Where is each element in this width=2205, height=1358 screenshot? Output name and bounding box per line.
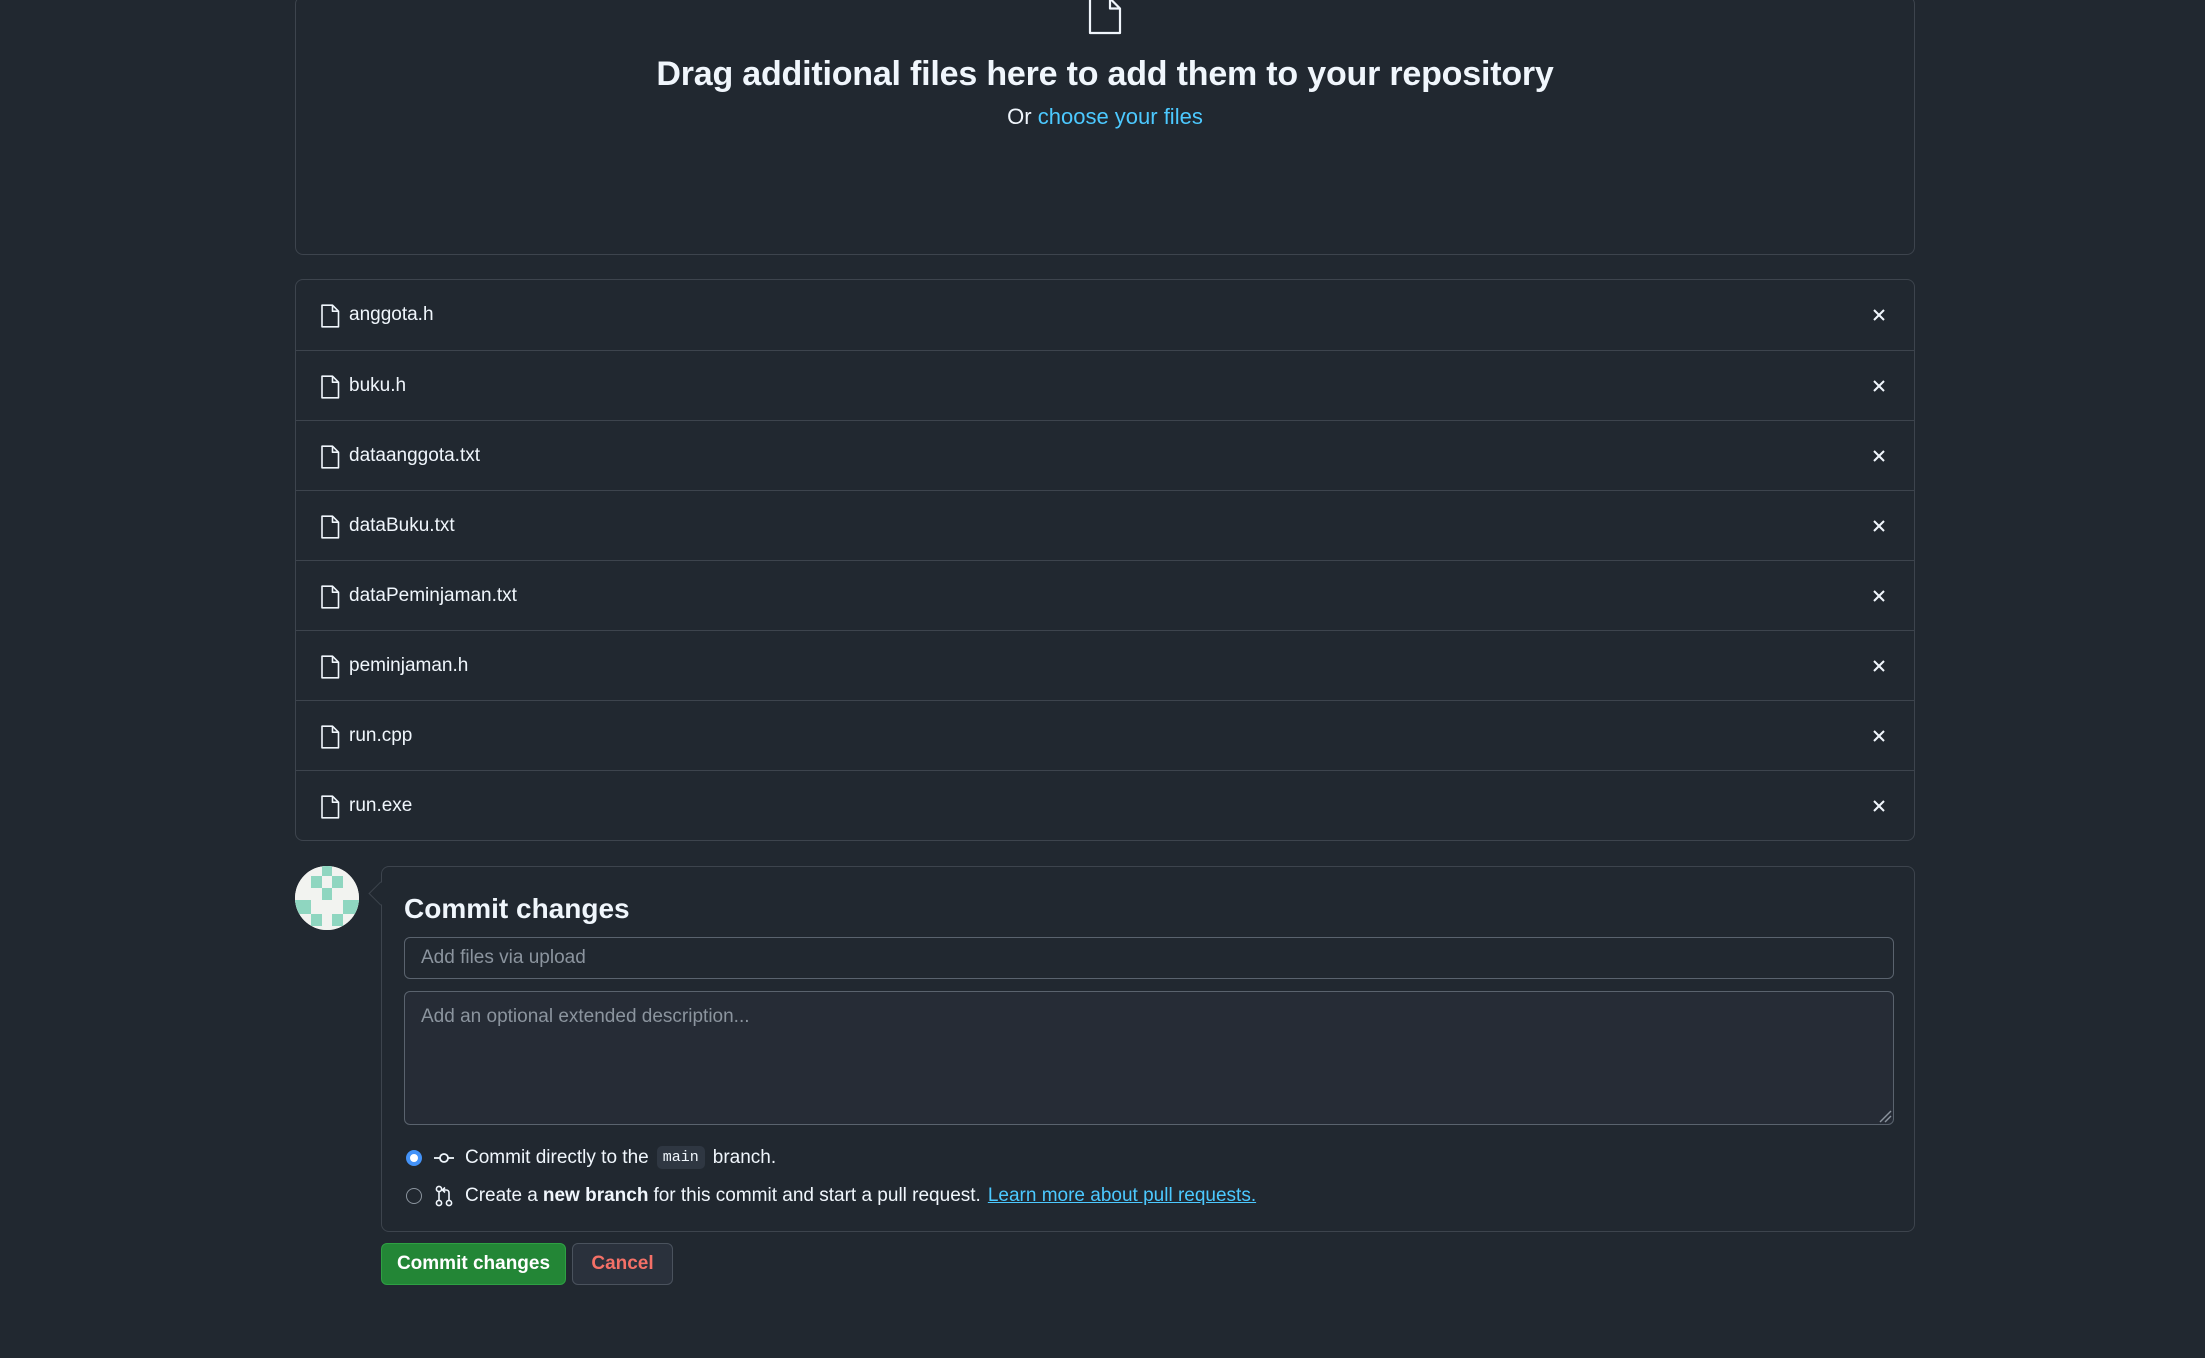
file-row: dataPeminjaman.txt: [296, 560, 1914, 630]
close-icon: [1873, 660, 1885, 672]
commit-direct-radio[interactable]: [406, 1149, 422, 1166]
new-branch-radio[interactable]: [406, 1188, 422, 1204]
choose-files-link[interactable]: choose your files: [1038, 104, 1203, 129]
file-name: dataPeminjaman.txt: [349, 584, 517, 606]
commit-summary-input[interactable]: [404, 937, 1894, 979]
file-row: dataBuku.txt: [296, 490, 1914, 560]
new-branch-option[interactable]: Create a new branch for this commit and …: [406, 1185, 1256, 1207]
remove-file-button[interactable]: [1866, 723, 1892, 749]
cancel-button[interactable]: Cancel: [572, 1243, 673, 1285]
avatar[interactable]: [295, 866, 359, 930]
file-icon: [321, 375, 340, 399]
file-name: run.cpp: [349, 724, 413, 746]
file-row: run.exe: [296, 770, 1914, 840]
file-row: run.cpp: [296, 700, 1914, 770]
file-icon: [321, 795, 340, 819]
remove-file-button[interactable]: [1866, 793, 1892, 819]
commit-description-input[interactable]: [404, 991, 1894, 1125]
learn-more-pull-requests-link[interactable]: Learn more about pull requests.: [988, 1185, 1256, 1207]
dropzone-subtitle: Or choose your files: [296, 104, 1914, 130]
commit-direct-suffix: branch.: [712, 1146, 777, 1168]
identicon: [295, 866, 359, 930]
uploaded-file-list: anggota.h buku.h dataanggota.txt dataBuku.t…: [295, 279, 1915, 841]
commit-changes-button[interactable]: Commit changes: [381, 1243, 566, 1285]
file-row: buku.h: [296, 350, 1914, 420]
dropzone-or-text: Or: [1007, 104, 1038, 129]
commit-form: Commit changes Commit directly to the ma…: [368, 866, 1915, 1232]
file-name: dataBuku.txt: [349, 514, 455, 536]
file-icon: [321, 515, 340, 539]
file-icon: [321, 585, 340, 609]
file-dropzone[interactable]: Drag additional files here to add them t…: [295, 0, 1915, 255]
close-icon: [1873, 590, 1885, 602]
commit-title: Commit changes: [404, 893, 630, 924]
new-branch-prefix: Create a: [465, 1185, 538, 1206]
file-icon: [321, 725, 340, 749]
close-icon: [1873, 380, 1885, 392]
remove-file-button[interactable]: [1866, 373, 1892, 399]
close-icon: [1873, 450, 1885, 462]
file-name: dataanggota.txt: [349, 444, 480, 466]
file-row: peminjaman.h: [296, 630, 1914, 700]
file-name: anggota.h: [349, 304, 434, 325]
new-branch-suffix: for this commit and start a pull request…: [653, 1185, 981, 1206]
remove-file-button[interactable]: [1866, 583, 1892, 609]
remove-file-button[interactable]: [1866, 302, 1892, 328]
file-name: peminjaman.h: [349, 654, 469, 676]
file-name: buku.h: [349, 374, 407, 396]
remove-file-button[interactable]: [1866, 513, 1892, 539]
file-icon: [321, 304, 340, 328]
file-icon: [321, 445, 340, 469]
remove-file-button[interactable]: [1866, 653, 1892, 679]
git-commit-icon: [433, 1147, 455, 1169]
close-icon: [1873, 520, 1885, 532]
file-row: dataanggota.txt: [296, 420, 1914, 490]
file-name: run.exe: [349, 794, 413, 816]
commit-direct-option[interactable]: Commit directly to the main branch.: [406, 1146, 776, 1169]
branch-name: main: [656, 1146, 705, 1169]
git-pull-request-icon: [433, 1185, 455, 1207]
file-icon: [321, 655, 340, 679]
resize-handle-icon[interactable]: [1878, 1109, 1892, 1123]
commit-direct-prefix: Commit directly to the: [465, 1146, 649, 1168]
close-icon: [1873, 730, 1885, 742]
remove-file-button[interactable]: [1866, 443, 1892, 469]
file-icon: [1088, 0, 1122, 35]
new-branch-strong: new branch: [542, 1185, 649, 1206]
close-icon: [1873, 800, 1885, 812]
file-row: anggota.h: [296, 280, 1914, 350]
dropzone-title: Drag additional files here to add them t…: [656, 55, 1554, 93]
close-icon: [1873, 309, 1885, 321]
speech-caret: [368, 881, 393, 906]
